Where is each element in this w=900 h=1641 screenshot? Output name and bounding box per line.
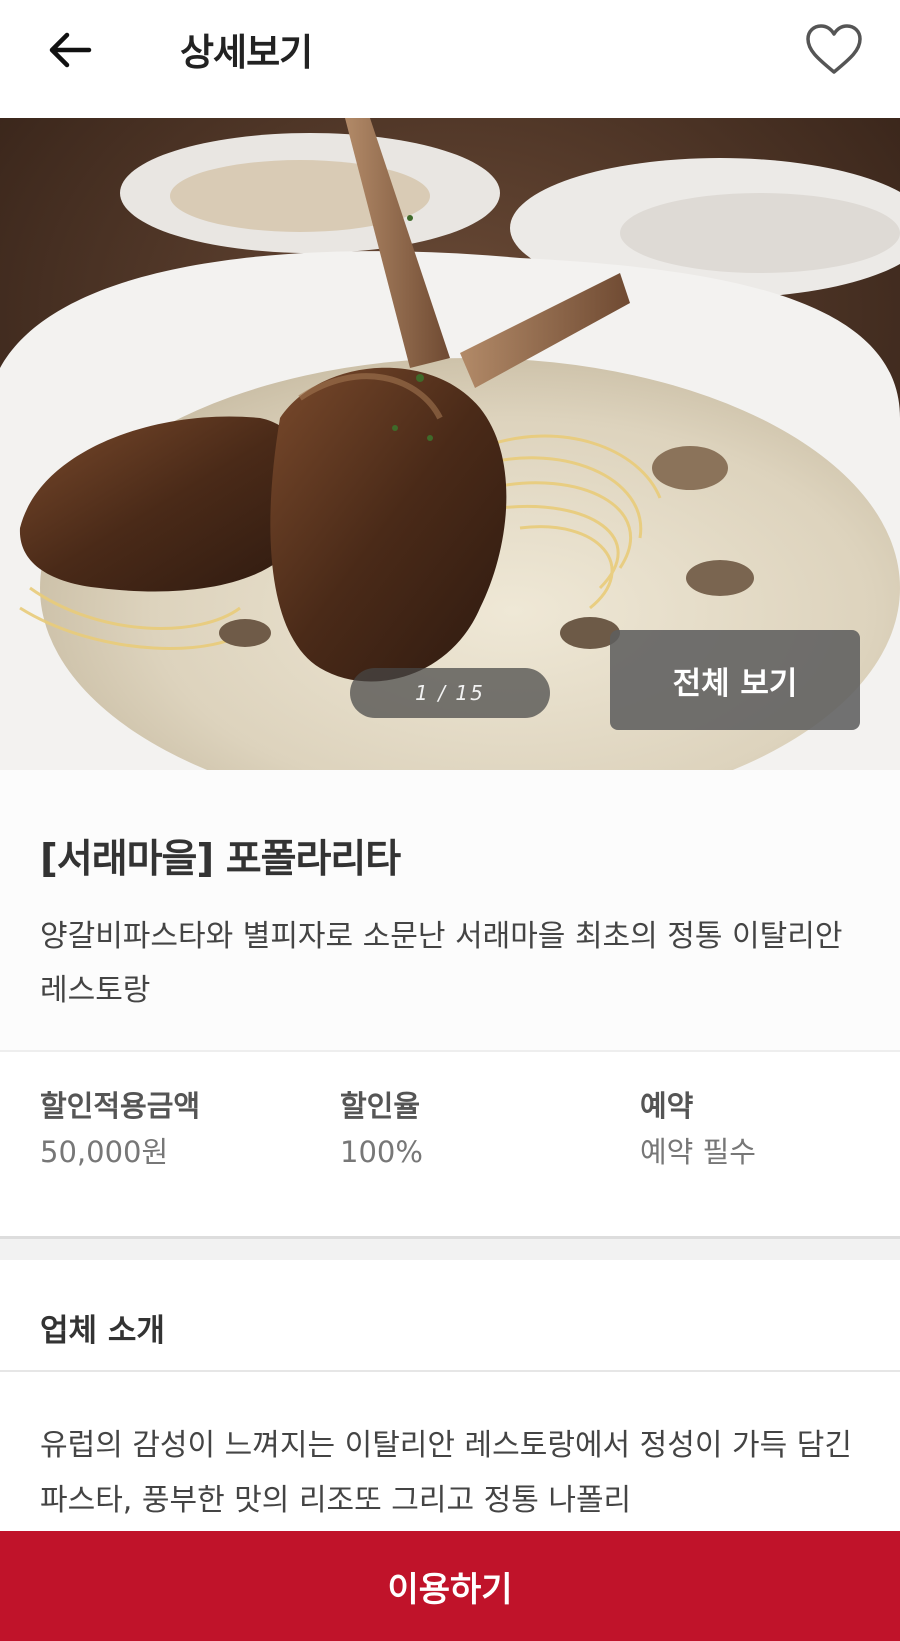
intro-text: 유럽의 감성이 느껴지는 이탈리안 레스토랑에서 정성이 가득 담긴 파스타, … — [40, 1428, 852, 1518]
view-all-photos-button[interactable]: 전체 보기 — [610, 630, 860, 730]
place-name: [서래마을] 포폴라리타 — [40, 837, 401, 882]
use-button[interactable]: 이용하기 — [0, 1531, 900, 1641]
section-title: 업체 소개 — [40, 1313, 165, 1349]
stat-value: 100% — [340, 1135, 423, 1169]
stat-value: 예약 필수 — [640, 1135, 756, 1169]
stat-value: 50,000원 — [40, 1135, 169, 1169]
stat-label: 할인적용금액 — [40, 1089, 201, 1123]
stat-label: 할인율 — [340, 1089, 421, 1123]
discount-rate: 할인율 100% — [340, 1086, 423, 1176]
place-description: 양갈비파스타와 별피자로 소문난 서래마을 최초의 정통 이탈리안 레스토랑 — [40, 919, 843, 1008]
discount-amount: 할인적용금액 50,000원 — [40, 1086, 200, 1176]
section-gap — [0, 1236, 900, 1260]
back-button[interactable] — [40, 20, 100, 80]
photo-gallery[interactable]: 1 / 15 전체 보기 — [0, 118, 900, 770]
page-title: 상세보기 — [180, 31, 313, 74]
arrow-left-icon — [49, 32, 92, 68]
stat-label: 예약 — [640, 1089, 694, 1123]
place-info: [서래마을] 포폴라리타 양갈비파스타와 별피자로 소문난 서래마을 최초의 정… — [0, 770, 900, 1052]
heart-outline-icon — [806, 24, 862, 74]
intro-section-header: 업체 소개 — [0, 1260, 900, 1372]
discount-summary: 할인적용금액 50,000원 할인율 100% 예약 예약 필수 — [0, 1052, 900, 1238]
photo-page-indicator: 1 / 15 — [350, 668, 550, 718]
reservation-info: 예약 예약 필수 — [640, 1086, 756, 1176]
top-app-bar: 상세보기 — [0, 0, 900, 118]
favorite-button[interactable] — [802, 18, 866, 82]
